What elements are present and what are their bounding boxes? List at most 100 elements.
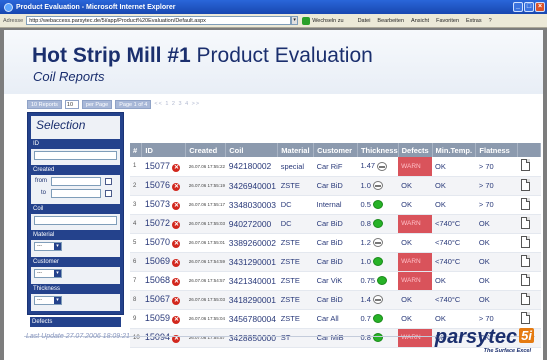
delete-icon[interactable]: ✕ — [172, 163, 181, 172]
per-page-button[interactable]: per Page — [81, 99, 113, 109]
chevron-down-icon: ▾ — [54, 243, 61, 250]
column-header[interactable]: Min.Temp. — [432, 143, 477, 157]
calendar-icon[interactable] — [105, 178, 112, 185]
customer-filter-select[interactable]: --- ▾ — [34, 269, 62, 278]
table-row[interactable]: 6 15069 ✕ 26.07.06 17:54:59 3431290001 ZSTE C… — [130, 252, 541, 272]
column-header[interactable]: Coil — [225, 143, 279, 157]
table-row[interactable]: 1 15077 ✕ 26.07.06 17:55:22 942180002 specia… — [130, 157, 541, 177]
calendar-icon[interactable] — [105, 190, 112, 197]
document-icon[interactable] — [520, 254, 530, 267]
coil-id[interactable]: 15069 ✕ — [141, 252, 186, 272]
pager-links[interactable]: << 1 2 3 4 >> — [154, 101, 200, 107]
row-number: 6 — [130, 252, 142, 272]
menu-item-file[interactable]: Datei — [358, 18, 371, 24]
table-row[interactable]: 3 15073 ✕ 26.07.06 17:55:17 3348030003 DC Int… — [130, 195, 541, 215]
menu-item-tools[interactable]: Extras — [466, 18, 482, 24]
document-icon[interactable] — [520, 235, 530, 248]
defects-value: OK — [398, 309, 433, 329]
table-row[interactable]: 8 15067 ✕ 26.07.06 17:55:03 3418290001 ZSTE C… — [130, 290, 541, 310]
table-row[interactable]: 5 15070 ✕ 26.07.06 17:55:01 3389260002 ZSTE C… — [130, 233, 541, 253]
delete-icon[interactable]: ✕ — [172, 297, 181, 305]
column-header[interactable]: Thickness — [357, 143, 399, 157]
delete-icon[interactable]: ✕ — [172, 202, 181, 210]
coil-filter-input[interactable] — [34, 216, 117, 225]
document-icon[interactable] — [520, 292, 530, 305]
delete-icon[interactable]: ✕ — [172, 183, 181, 191]
coil-id-value: 15069 — [144, 256, 170, 266]
address-bar: Adresse http://webaccess.parsytec.de/5i/… — [0, 14, 547, 28]
go-button[interactable]: Wechseln zu — [302, 16, 344, 25]
created-to-input[interactable] — [51, 189, 101, 198]
min-temp-value: <740°C — [432, 214, 476, 234]
min-temp-value: <740°C — [432, 290, 476, 310]
report-cell — [517, 157, 541, 177]
report-cell — [517, 233, 541, 253]
column-header[interactable]: # — [130, 143, 143, 157]
report-cell — [517, 214, 541, 234]
column-header[interactable]: ID — [141, 143, 187, 157]
document-icon[interactable] — [520, 159, 530, 172]
address-input[interactable]: http://webaccess.parsytec.de/5i/app/Prod… — [26, 16, 292, 25]
thickness-value: 0.5 — [360, 199, 371, 209]
coil-id-value: 15073 — [144, 199, 170, 209]
column-header[interactable]: Flatness — [475, 143, 519, 157]
delete-icon[interactable]: ✕ — [172, 259, 181, 267]
document-icon[interactable] — [520, 311, 530, 324]
window-title: Product Evaluation - Microsoft Internet … — [16, 3, 176, 11]
document-icon[interactable] — [520, 216, 530, 229]
flatness-value: > 70 — [475, 176, 518, 196]
delete-icon[interactable]: ✕ — [172, 221, 181, 229]
id-filter-input[interactable] — [34, 151, 117, 160]
column-header[interactable]: Defects — [398, 143, 433, 157]
table-row[interactable]: 2 15076 ✕ 26.07.06 17:55:19 3426940001 ZSTE C… — [130, 176, 541, 196]
delete-icon[interactable]: ✕ — [172, 316, 181, 324]
flatness-value: > 70 — [475, 195, 518, 215]
chevron-down-icon[interactable]: ▾ — [291, 16, 299, 25]
menu-item-edit[interactable]: Bearbeiten — [377, 18, 404, 24]
menu-item-help[interactable]: ? — [489, 18, 492, 24]
flatness-value: OK — [475, 214, 518, 234]
column-header[interactable]: Customer — [313, 143, 358, 157]
coil-id[interactable]: 15059 ✕ — [141, 309, 186, 329]
defects-value: OK — [398, 195, 433, 215]
coil-number: 3418290001 — [225, 290, 278, 310]
status-neutral-icon — [377, 162, 388, 171]
coil-id[interactable]: 15068 ✕ — [141, 271, 186, 291]
created-from-input[interactable] — [51, 177, 101, 186]
column-header[interactable]: Created — [185, 143, 227, 157]
menu-item-view[interactable]: Ansicht — [411, 18, 429, 24]
status-ok-icon — [372, 200, 383, 210]
thickness-filter-select[interactable]: --- ▾ — [34, 296, 62, 305]
document-icon[interactable] — [520, 273, 530, 286]
delete-icon[interactable]: ✕ — [172, 278, 181, 286]
flatness-value: OK — [475, 252, 518, 272]
coil-id[interactable]: 15067 ✕ — [141, 290, 186, 310]
thickness-value: 1.2 — [360, 237, 371, 247]
thickness-value: 0.8 — [360, 332, 371, 342]
reports-count-button[interactable]: 10 Reports — [27, 99, 62, 109]
material-filter-label: Material — [31, 230, 120, 240]
coil-id[interactable]: 15094 ✕ — [141, 328, 186, 348]
table-row[interactable]: 4 15072 ✕ 26.07.06 17:55:03 940272000 DC Car … — [130, 214, 541, 234]
material-filter-select[interactable]: --- ▾ — [34, 242, 62, 251]
coil-id[interactable]: 15073 ✕ — [141, 195, 186, 215]
page-indicator-button[interactable]: Page 1 of 4 — [115, 99, 152, 109]
coil-id[interactable]: 15077 ✕ — [141, 157, 186, 177]
minimize-button[interactable]: _ — [513, 2, 523, 12]
coil-id[interactable]: 15072 ✕ — [141, 214, 186, 234]
coil-id-value: 15076 — [144, 180, 170, 190]
selection-panel: Selection ID Created from to Coil Materi… — [27, 112, 124, 315]
customer-value: Car BiD — [313, 252, 358, 272]
document-icon[interactable] — [520, 178, 530, 191]
table-row[interactable]: 7 15068 ✕ 26.07.06 17:54:57 3421340001 ZSTE C… — [130, 271, 541, 291]
min-temp-value: <740°C — [432, 252, 476, 272]
coil-id[interactable]: 15076 ✕ — [141, 176, 186, 196]
menu-item-favorites[interactable]: Favoriten — [436, 18, 459, 24]
maximize-button[interactable]: □ — [524, 2, 534, 12]
close-button[interactable]: × — [535, 2, 545, 12]
document-icon[interactable] — [520, 197, 530, 210]
per-page-select[interactable]: 10 — [64, 99, 79, 109]
delete-icon[interactable]: ✕ — [172, 240, 181, 248]
column-header[interactable]: Material — [277, 143, 315, 157]
coil-id[interactable]: 15070 ✕ — [141, 233, 186, 253]
